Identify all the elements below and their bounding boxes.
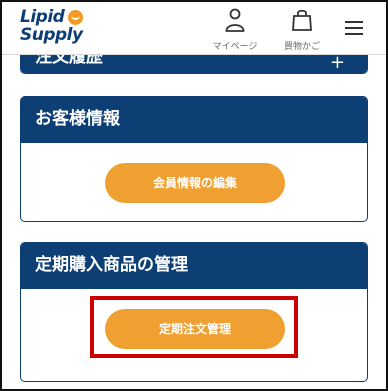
logo-text-line2: Supply — [20, 25, 83, 45]
menu-bar-middle — [345, 27, 363, 29]
shopping-bag-icon — [292, 9, 312, 31]
subscription-header: 定期購入商品の管理 — [21, 243, 367, 289]
edit-member-info-button[interactable]: 会員情報の編集 — [105, 163, 285, 203]
menu-bar-bottom — [345, 33, 363, 35]
lipid-supply-logo[interactable]: Lipid Supply — [18, 9, 88, 47]
logo-text-line1: Lipid — [20, 7, 65, 27]
person-icon — [225, 8, 245, 32]
highlight-box — [90, 296, 298, 358]
hamburger-menu-icon[interactable] — [341, 16, 367, 40]
customer-info-panel: お客様情報 会員情報の編集 — [20, 96, 368, 222]
cart-button[interactable]: 買物かご — [279, 8, 325, 52]
mypage-label: マイページ — [212, 42, 258, 52]
mypage-button[interactable]: マイページ — [207, 8, 263, 52]
site-header: Lipid Supply マイページ 買物かご — [2, 2, 386, 55]
cart-label: 買物かご — [283, 42, 320, 52]
screen: 注文履歴 + Lipid Supply マイページ 買物かご お客様情報 会員情… — [0, 0, 388, 391]
smile-icon — [68, 10, 83, 25]
customer-info-header: お客様情報 — [21, 97, 367, 143]
menu-bar-top — [345, 21, 363, 23]
